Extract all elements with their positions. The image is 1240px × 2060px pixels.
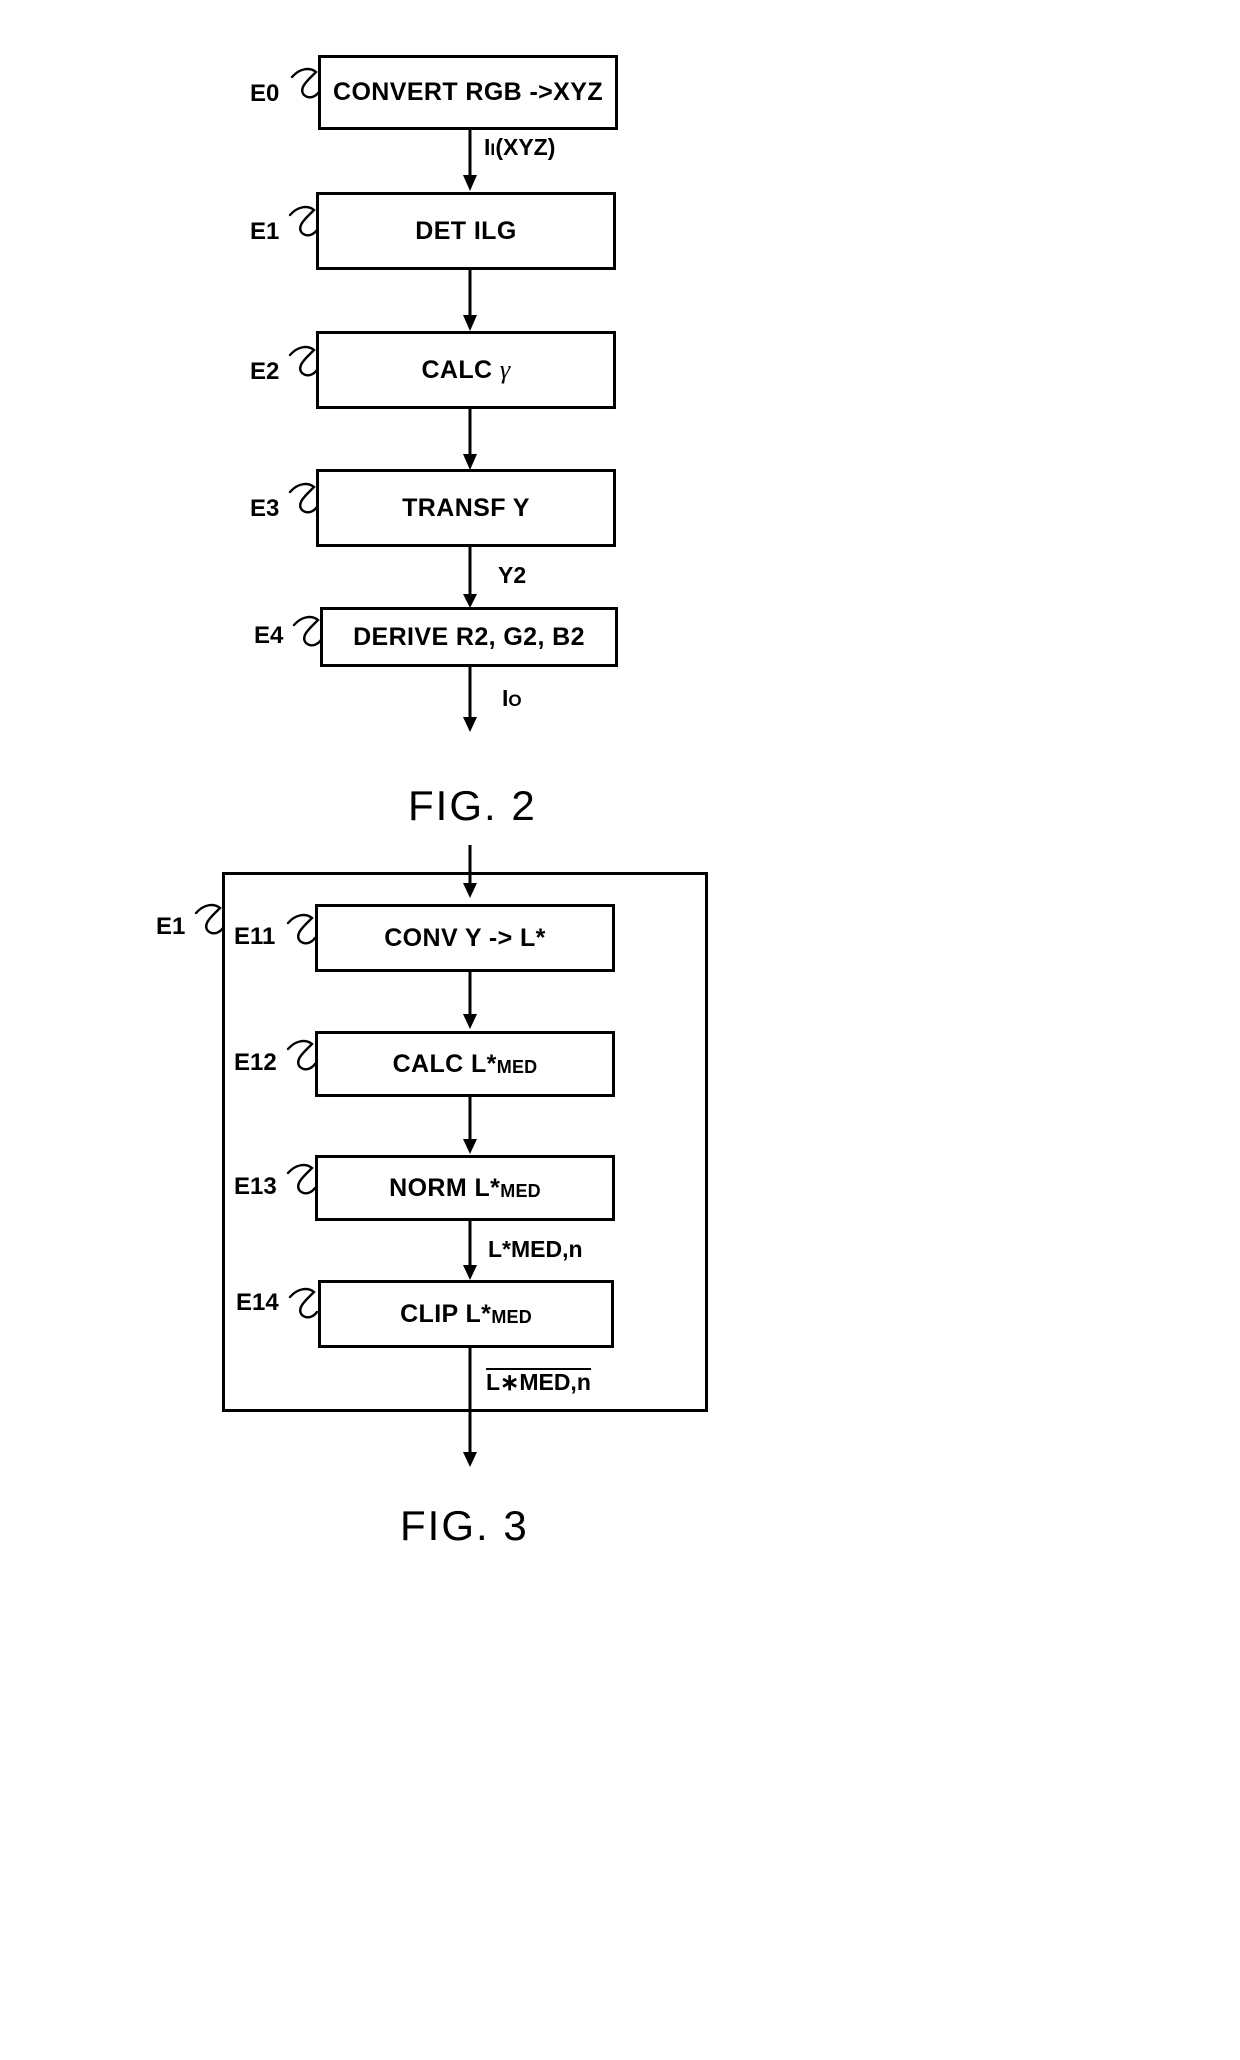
leader-squiggle-e4 (292, 615, 323, 647)
process-box-e12-label: CALC L*MED (392, 1049, 538, 1078)
connector-fig3-output (463, 1412, 477, 1467)
step-tag-e3: E3 (250, 495, 280, 522)
process-box-e3-label: TRANSF Y (402, 493, 530, 522)
connector-e12-to-e13 (463, 1097, 477, 1154)
process-box-e0-label: CONVERT RGB ->XYZ (332, 78, 604, 106)
step-tag-e14: E14 (236, 1289, 279, 1316)
figure-3-caption: FIG. 3 (400, 1502, 529, 1549)
leader-squiggle-e2 (288, 345, 319, 377)
connector-e13-to-e14 (463, 1221, 477, 1280)
step-tag-e4: E4 (254, 622, 284, 649)
leader-squiggle-e13 (286, 1163, 317, 1195)
connector-e2-to-e3 (463, 409, 477, 470)
step-tag-e0: E0 (250, 80, 280, 107)
step-tag-e11: E11 (234, 923, 276, 950)
process-box-e12: CALC L*MED (315, 1031, 615, 1097)
process-box-e4-label: DERIVE R2, G2, B2 (353, 622, 585, 651)
gamma-symbol: γ (499, 355, 511, 384)
process-box-e11: CONV Y -> L* (315, 904, 615, 972)
flow-label-input-xyz: II(XYZ) (484, 134, 556, 160)
step-tag-e1: E1 (250, 218, 280, 245)
flow-label-lmed-n: L*MED,n (488, 1236, 583, 1262)
step-tag-group-e1: E1 (156, 913, 186, 940)
leader-squiggle-e14 (288, 1287, 319, 1319)
step-tag-e2: E2 (250, 358, 280, 385)
process-box-e14: CLIP L*MED (318, 1280, 614, 1348)
process-box-e1-label: DET ILG (415, 216, 517, 245)
process-box-e2-label: CALC γ (421, 355, 511, 384)
leader-squiggle-group-e1 (194, 903, 225, 935)
process-box-e11-label: CONV Y -> L* (384, 923, 546, 952)
connector-e4-output (463, 667, 477, 732)
connector-e11-to-e12 (463, 972, 477, 1029)
leader-squiggle-e0 (290, 67, 321, 99)
process-box-e1: DET ILG (316, 192, 616, 270)
leader-squiggle-e1 (288, 205, 319, 237)
patent-figure-sheet: CONVERT RGB ->XYZ E0 II(XYZ) DET ILG E1 … (0, 0, 1240, 2060)
connector-e14-output (468, 1348, 472, 1412)
process-box-e4: DERIVE R2, G2, B2 (320, 607, 618, 667)
step-tag-e12: E12 (234, 1049, 277, 1076)
connector-e1-to-e2 (463, 270, 477, 331)
connector-e3-to-e4 (463, 547, 477, 608)
flow-label-clipped-lmed-n: L∗MED,n (486, 1368, 591, 1395)
process-box-e3: TRANSF Y (316, 469, 616, 547)
flow-label-y2: Y2 (498, 562, 527, 588)
leader-squiggle-e3 (288, 482, 319, 514)
flow-label-output-io: IO (502, 685, 522, 711)
leader-squiggle-e12 (286, 1039, 317, 1071)
step-tag-e13: E13 (234, 1173, 277, 1200)
figure-2-caption: FIG. 2 (408, 782, 537, 829)
leader-squiggle-e11 (286, 913, 317, 945)
process-box-e0: CONVERT RGB ->XYZ (318, 55, 618, 130)
process-box-e2: CALC γ (316, 331, 616, 409)
process-box-e13: NORM L*MED (315, 1155, 615, 1221)
connector-e0-to-e1 (463, 130, 477, 191)
process-box-e14-label: CLIP L*MED (400, 1299, 532, 1328)
process-box-e13-label: NORM L*MED (389, 1173, 541, 1202)
